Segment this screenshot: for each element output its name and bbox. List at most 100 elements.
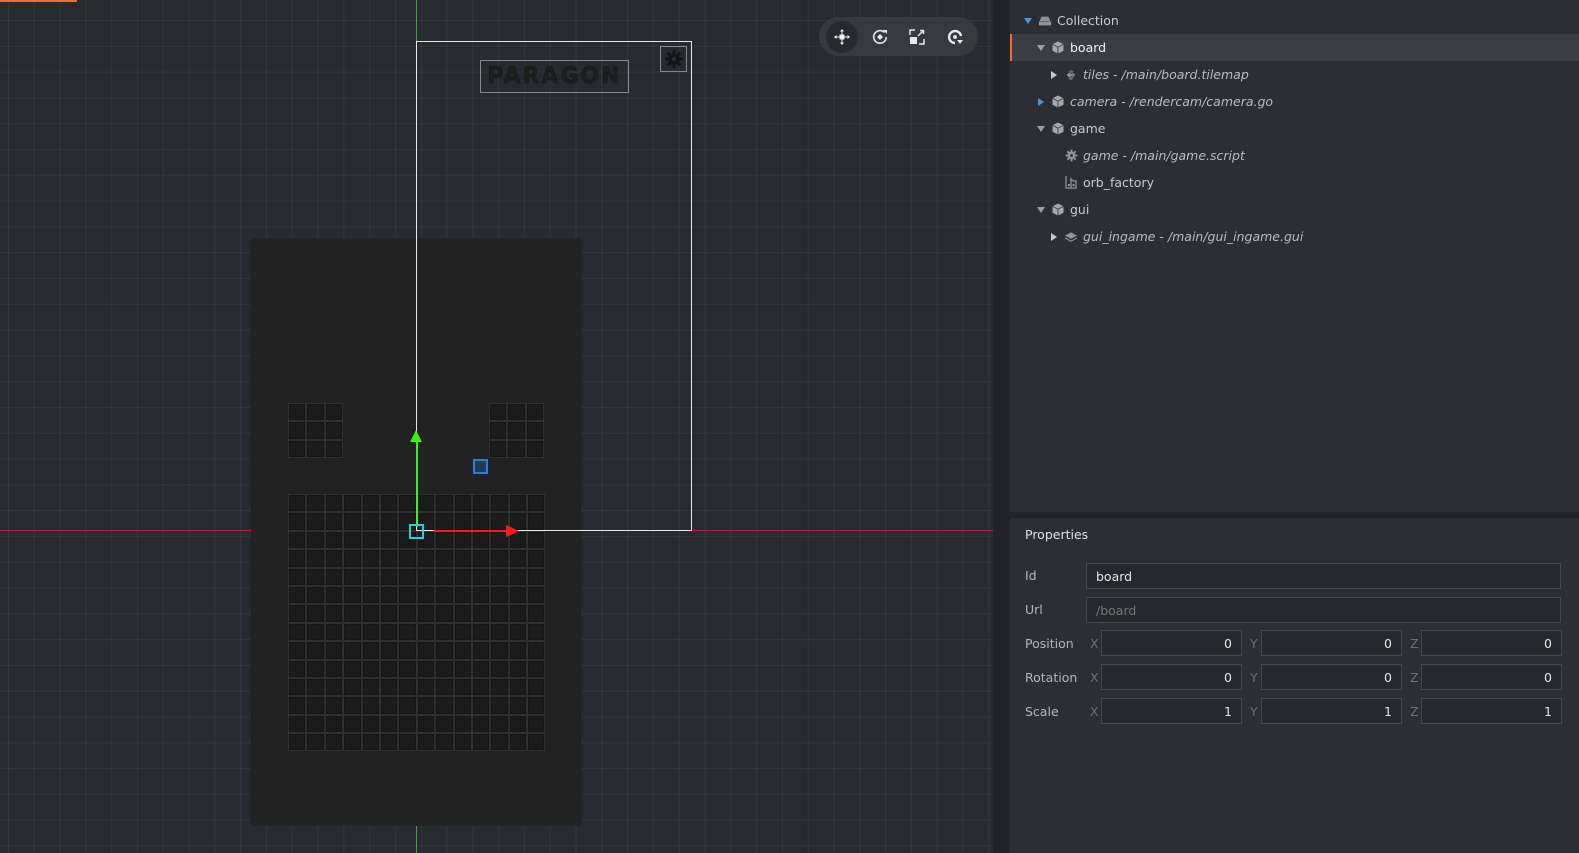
outline-item-board[interactable]: board — [1010, 34, 1579, 61]
tile-cell — [379, 530, 399, 550]
rotation-y-field[interactable] — [1261, 664, 1402, 690]
tile-cell — [398, 604, 417, 623]
tile-cell — [471, 567, 491, 586]
rotate-tool-button[interactable] — [864, 21, 896, 53]
position-y-field[interactable] — [1261, 630, 1402, 656]
tile-cell — [435, 714, 454, 734]
tile-cell — [435, 530, 454, 550]
tile-cell — [343, 567, 362, 586]
outline-item-label: game - /main/game.script — [1083, 148, 1245, 163]
tile-cell — [324, 439, 344, 459]
outline-item-game[interactable]: game - /main/game.script — [1010, 142, 1579, 169]
tile-cell — [361, 641, 380, 660]
tile-cell — [453, 714, 472, 734]
scale-y-field[interactable] — [1261, 698, 1402, 724]
scale-label: Scale — [1025, 704, 1059, 719]
scene-viewport[interactable]: PARAGON — [0, 0, 993, 853]
transform-toolbar — [819, 17, 978, 56]
rotation-label: Rotation — [1025, 670, 1078, 685]
gizmo-y-axis[interactable] — [416, 440, 418, 527]
tile-cell — [416, 733, 436, 752]
tile-cell — [324, 714, 344, 734]
tile-cell — [471, 714, 491, 734]
tile-cell — [361, 549, 380, 568]
expand-toggle-icon[interactable] — [1036, 124, 1046, 134]
scale-tool-button[interactable] — [901, 21, 933, 53]
position-x-field[interactable] — [1101, 630, 1242, 656]
tile-cell — [306, 677, 325, 697]
expand-toggle-icon[interactable] — [1036, 43, 1046, 53]
scale-z-field[interactable] — [1421, 698, 1562, 724]
gizmo-center-handle[interactable] — [409, 524, 424, 539]
tile-cell — [324, 641, 344, 660]
expand-toggle-icon[interactable] — [1036, 205, 1046, 215]
tile-cell — [361, 696, 380, 715]
tile-cell — [324, 512, 344, 531]
logo-node[interactable]: PARAGON — [480, 60, 629, 93]
tile-cell — [379, 677, 399, 697]
id-field[interactable] — [1086, 563, 1561, 589]
rotation-z-field[interactable] — [1421, 664, 1562, 690]
tile-cell — [324, 585, 344, 605]
outline-item-game[interactable]: game — [1010, 115, 1579, 142]
tile-cell — [306, 530, 325, 550]
script-gear-icon — [1064, 149, 1078, 163]
collapse-toggle-icon[interactable] — [1049, 70, 1059, 80]
tile-cell — [435, 585, 454, 605]
tile-cell — [508, 567, 528, 586]
tile-cell — [471, 604, 491, 623]
tile-cell — [527, 530, 546, 550]
position-label: Position — [1025, 636, 1074, 651]
position-z-field[interactable] — [1421, 630, 1562, 656]
move-tool-button[interactable] — [825, 20, 858, 53]
tile-cell — [490, 585, 509, 605]
tile-cell — [508, 714, 528, 734]
rotation-x-field[interactable] — [1101, 664, 1242, 690]
expand-toggle-icon[interactable] — [1023, 16, 1033, 26]
tile-cell — [288, 696, 307, 715]
outline-item-collection[interactable]: Collection — [1010, 7, 1579, 34]
tile-cell — [361, 677, 380, 697]
tile-cell — [306, 439, 325, 459]
scale-x-tag: X — [1090, 704, 1099, 719]
pivot-marker[interactable] — [473, 459, 488, 474]
scale-x-field[interactable] — [1101, 698, 1242, 724]
tile-cell — [324, 494, 344, 513]
tile-cell — [508, 604, 528, 623]
outline-item-tiles[interactable]: tiles - /main/board.tilemap — [1010, 61, 1579, 88]
gizmo-y-arrow-icon[interactable] — [410, 430, 422, 442]
gizmo-x-arrow-icon[interactable] — [506, 525, 519, 537]
settings-node[interactable] — [660, 46, 687, 72]
outline-item-orb_factory[interactable]: orb_factory — [1010, 169, 1579, 196]
gizmo-x-axis[interactable] — [434, 530, 508, 532]
collapse-toggle-icon[interactable] — [1049, 232, 1059, 242]
tile-cell — [306, 714, 325, 734]
game-object-icon — [1051, 95, 1065, 109]
top-left-block[interactable] — [288, 403, 344, 459]
tile-cell — [398, 733, 417, 752]
panel-splitter[interactable] — [993, 0, 1010, 853]
move-icon — [833, 28, 850, 45]
tile-cell — [453, 585, 472, 605]
camera-tool-button[interactable] — [939, 21, 971, 53]
tile-cell — [416, 622, 436, 642]
collapse-toggle-icon[interactable] — [1036, 97, 1046, 107]
tile-cell — [471, 641, 491, 660]
tile-cell — [343, 733, 362, 752]
game-object-icon — [1051, 122, 1065, 136]
outline-item-gui[interactable]: gui — [1010, 196, 1579, 223]
url-field[interactable] — [1086, 597, 1561, 623]
tile-cell — [288, 714, 307, 734]
outline-item-gui_ingame[interactable]: gui_ingame - /main/gui_ingame.gui — [1010, 223, 1579, 250]
camera-bounds[interactable] — [416, 41, 692, 531]
no-toggle-spacer — [1049, 151, 1059, 161]
no-toggle-spacer — [1049, 178, 1059, 188]
tile-cell — [435, 604, 454, 623]
position-z-tag: Z — [1410, 636, 1419, 651]
tile-cell — [416, 677, 436, 697]
tile-cell — [306, 494, 325, 513]
tile-cell — [306, 549, 325, 568]
tile-cell — [527, 567, 546, 586]
outline-item-camera[interactable]: camera - /rendercam/camera.go — [1010, 88, 1579, 115]
tile-cell — [435, 567, 454, 586]
